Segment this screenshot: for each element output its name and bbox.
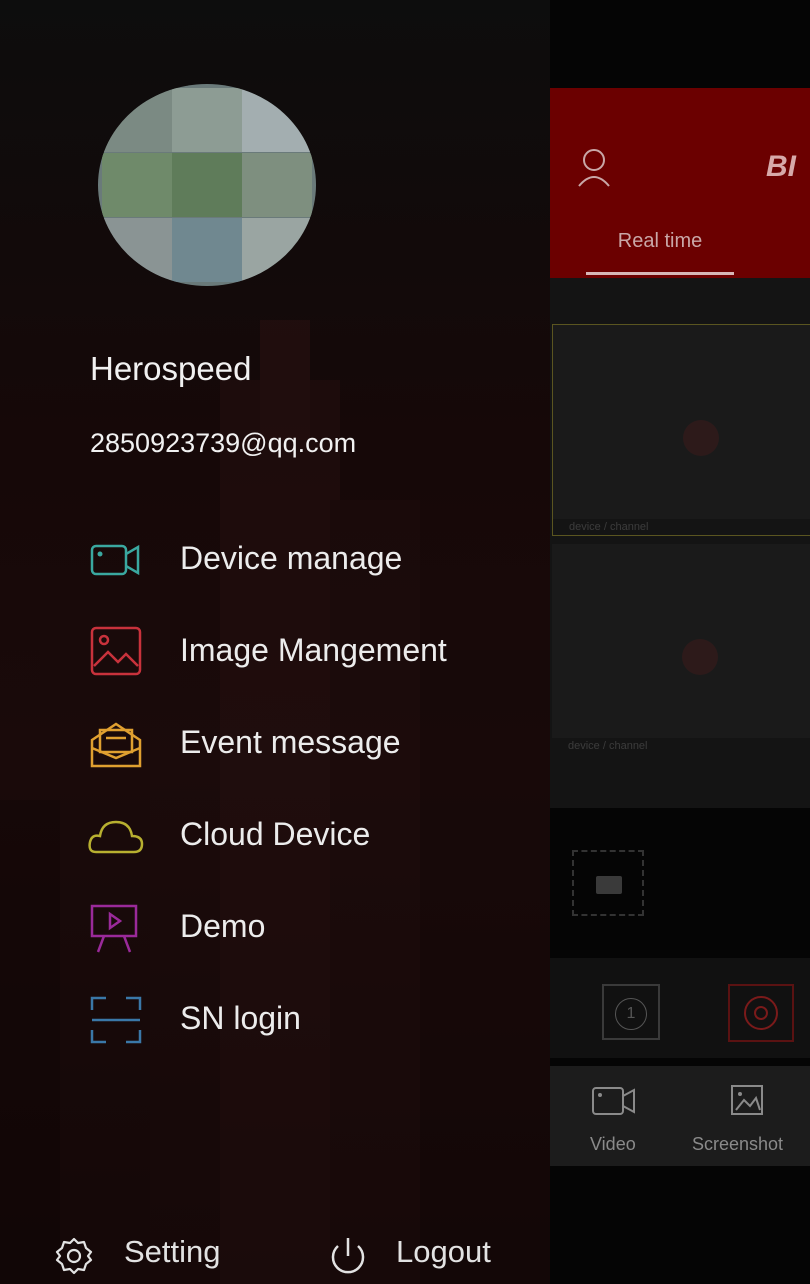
- panel-caption: device / channel: [553, 519, 810, 535]
- video-panel[interactable]: device / channel: [552, 324, 810, 536]
- side-drawer: Herospeed 2850923739@qq.com Device manag…: [0, 0, 550, 1284]
- video-label[interactable]: Video: [590, 1134, 636, 1155]
- presentation-icon: [90, 904, 138, 953]
- menu-item-event-message[interactable]: Event message: [86, 710, 526, 770]
- app-brand: BI: [766, 150, 796, 183]
- menu-item-label: Image Mangement: [180, 632, 447, 668]
- record-dot-icon: [683, 420, 719, 456]
- user-email: 2850923739@qq.com: [90, 428, 357, 458]
- folder-icon: [596, 876, 622, 894]
- gear-icon: [55, 1237, 93, 1275]
- record-dot-icon: [682, 639, 718, 675]
- username: Herospeed: [90, 350, 252, 387]
- channel-number: 1: [615, 998, 647, 1030]
- power-icon: [331, 1238, 365, 1274]
- target-icon: [744, 996, 778, 1030]
- screenshot-label[interactable]: Screenshot: [692, 1134, 783, 1155]
- logout-button[interactable]: Logout: [326, 1228, 526, 1278]
- setting-button[interactable]: Setting: [54, 1228, 254, 1278]
- panel-caption: device / channel: [552, 738, 810, 754]
- ptz-button[interactable]: [728, 984, 794, 1042]
- menu-item-demo[interactable]: Demo: [86, 894, 526, 954]
- logout-label: Logout: [396, 1234, 491, 1269]
- menu-item-label: Device manage: [180, 540, 403, 576]
- avatar[interactable]: [98, 84, 316, 286]
- menu-item-label: Event message: [180, 724, 401, 760]
- screenshot-icon[interactable]: [726, 1080, 768, 1122]
- setting-label: Setting: [124, 1234, 221, 1269]
- user-icon[interactable]: [576, 146, 612, 190]
- image-icon: [90, 626, 142, 676]
- cloud-icon: [88, 820, 144, 854]
- camera-icon: [90, 544, 140, 576]
- menu-item-image-management[interactable]: Image Mangement: [86, 618, 526, 678]
- menu-item-label: Demo: [180, 908, 266, 944]
- mail-icon: [90, 722, 142, 768]
- folder-button[interactable]: [572, 850, 644, 916]
- video-icon[interactable]: [592, 1084, 636, 1118]
- scan-icon: [90, 996, 142, 1044]
- tab-underline: [586, 272, 734, 275]
- channel-number-button[interactable]: 1: [602, 984, 660, 1040]
- menu-item-label: Cloud Device: [180, 816, 371, 852]
- tab-real-time[interactable]: Real time: [586, 230, 734, 253]
- menu-item-sn-login[interactable]: SN login: [86, 986, 526, 1046]
- menu-item-device-manage[interactable]: Device manage: [86, 526, 526, 586]
- menu-item-cloud-device[interactable]: Cloud Device: [86, 802, 526, 862]
- menu-item-label: SN login: [180, 1000, 301, 1036]
- video-panel[interactable]: device / channel: [552, 544, 810, 754]
